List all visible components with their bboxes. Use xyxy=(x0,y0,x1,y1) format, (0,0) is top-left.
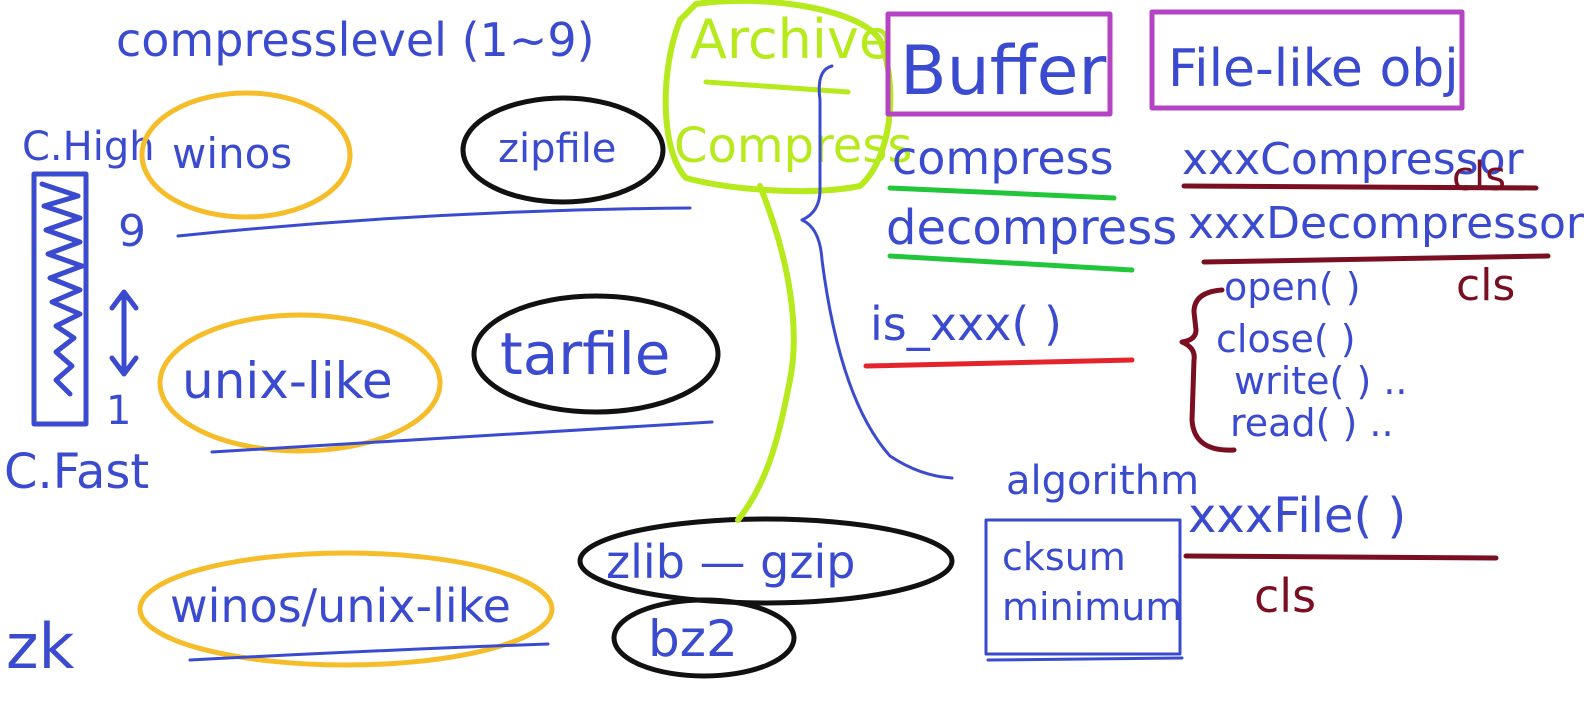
method-close: close( ) xyxy=(1216,317,1356,361)
archive-label: Archive xyxy=(690,8,892,71)
buffer-decompress: decompress xyxy=(886,200,1177,256)
xxxfile-underline xyxy=(1183,553,1499,561)
buffer-is-xxx: is_xxx( ) xyxy=(870,297,1062,351)
winos-underline xyxy=(176,206,692,238)
method-read: read( ) .. xyxy=(1230,401,1394,445)
corner-signature: zk xyxy=(6,610,75,683)
compress-level-label: compresslevel (1~9) xyxy=(116,13,595,67)
is-xxx-underline xyxy=(863,357,1135,369)
both-underline xyxy=(188,642,550,662)
unix-like-label: unix-like xyxy=(182,352,393,410)
zlib-gzip-label: zlib — gzip xyxy=(606,535,855,589)
cls-xxxfile: cls xyxy=(1254,569,1316,623)
speed-fast-label: C.Fast xyxy=(4,444,149,500)
tarfile-label: tarfile xyxy=(500,320,670,388)
winos-unix-label: winos/unix-like xyxy=(170,579,511,633)
xxxfile-label: xxxFile( ) xyxy=(1188,488,1406,544)
speed-nine-label: 9 xyxy=(118,206,146,257)
buffer-compress: compress xyxy=(892,131,1114,185)
algorithm-cksum: cksum xyxy=(1002,535,1126,579)
methods-brace xyxy=(1179,287,1237,453)
cls-compressor: cls xyxy=(1452,154,1506,200)
center-stem xyxy=(735,183,797,523)
method-write: write( ) .. xyxy=(1234,359,1408,403)
speed-high-label: C.High xyxy=(22,124,155,170)
bz2-label: bz2 xyxy=(648,610,738,668)
decompressor-label: xxxDecompressor xyxy=(1188,198,1585,249)
decompress-underline xyxy=(887,253,1135,273)
winos-label: winos xyxy=(172,129,292,178)
algorithm-label: algorithm xyxy=(1006,458,1199,504)
whiteboard-canvas: compresslevel (1~9) C.High 9 1 C.Fast wi… xyxy=(4,0,1585,683)
archive-divider xyxy=(703,79,851,95)
method-open: open( ) xyxy=(1224,265,1361,309)
algorithm-box-underline xyxy=(986,656,1184,662)
zipfile-label: zipfile xyxy=(498,126,616,172)
algorithm-minimum: minimum xyxy=(1002,585,1182,629)
compress-center-label: Compress xyxy=(674,118,912,174)
speed-scale-scribble xyxy=(39,181,85,397)
compress-underline xyxy=(887,185,1117,201)
unix-underline xyxy=(210,420,714,454)
speed-double-arrow xyxy=(109,289,139,377)
speed-one-label: 1 xyxy=(106,388,131,434)
cls-decompressor: cls xyxy=(1456,260,1515,311)
file-like-title: File-like obj xyxy=(1168,39,1459,99)
buffer-title: Buffer xyxy=(900,32,1106,111)
